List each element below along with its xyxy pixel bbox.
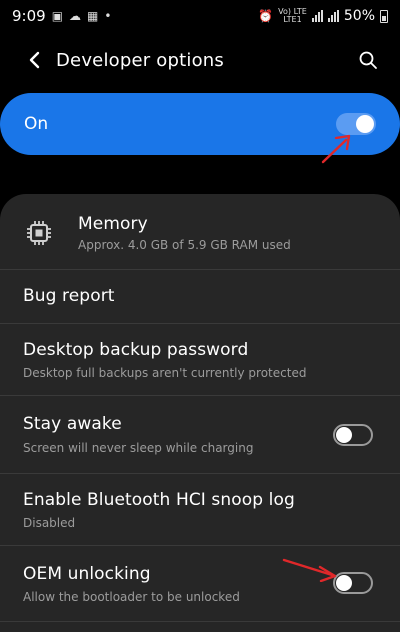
dot-icon: • <box>104 9 112 23</box>
setting-title: OEM unlocking <box>23 564 151 584</box>
setting-memory[interactable]: Memory Approx. 4.0 GB of 5.9 GB RAM used <box>0 194 400 270</box>
toggle-knob <box>336 427 352 443</box>
app-bar: Developer options <box>0 36 400 84</box>
setting-subtitle: Desktop full backups aren't currently pr… <box>23 366 307 380</box>
toggle-knob <box>356 115 374 133</box>
calendar-icon: ▦ <box>87 9 99 23</box>
signal-icon <box>311 10 323 22</box>
setting-subtitle: Disabled <box>23 516 76 530</box>
search-icon <box>359 51 377 69</box>
setting-title: Enable Bluetooth HCI snoop log <box>23 490 295 510</box>
status-bar: 9:09 ▣ ☁ ▦ • ⏰ Vo) LTE LTE1 50% <box>0 0 400 32</box>
network-label: Vo) LTE LTE1 <box>278 7 307 24</box>
setting-title: Bug report <box>23 286 115 306</box>
battery-icon <box>380 9 388 23</box>
setting-title: Desktop backup password <box>23 340 249 360</box>
setting-bug-report[interactable]: Bug report <box>0 270 400 324</box>
annotation-arrow-icon <box>282 558 337 582</box>
setting-title: Memory <box>78 214 148 234</box>
setting-subtitle: Allow the bootloader to be unlocked <box>23 590 240 604</box>
setting-title: Stay awake <box>23 414 122 434</box>
stay-awake-toggle[interactable] <box>333 424 373 446</box>
image-notification-icon: ▣ <box>51 9 64 23</box>
alarm-icon: ⏰ <box>258 9 274 23</box>
setting-oem-unlocking[interactable]: OEM unlocking Allow the bootloader to be… <box>0 546 400 622</box>
chevron-left-icon <box>29 51 40 69</box>
page-title: Developer options <box>56 49 224 71</box>
memory-chip-icon <box>27 221 51 245</box>
battery-percentage: 50% <box>343 8 375 24</box>
search-button[interactable] <box>350 42 386 78</box>
status-time: 9:09 <box>12 7 46 25</box>
setting-bluetooth-hci-snoop-log[interactable]: Enable Bluetooth HCI snoop log Disabled <box>0 474 400 546</box>
signal-icon-2 <box>327 10 339 22</box>
setting-subtitle: Approx. 4.0 GB of 5.9 GB RAM used <box>78 238 291 252</box>
master-switch-label: On <box>24 114 49 134</box>
settings-card: Memory Approx. 4.0 GB of 5.9 GB RAM used… <box>0 194 400 632</box>
setting-stay-awake[interactable]: Stay awake Screen will never sleep while… <box>0 396 400 474</box>
back-button[interactable] <box>14 40 54 80</box>
cloud-icon: ☁ <box>69 9 82 23</box>
setting-subtitle: Screen will never sleep while charging <box>23 441 254 455</box>
setting-desktop-backup-password[interactable]: Desktop backup password Desktop full bac… <box>0 324 400 396</box>
annotation-arrow-icon <box>321 134 351 164</box>
